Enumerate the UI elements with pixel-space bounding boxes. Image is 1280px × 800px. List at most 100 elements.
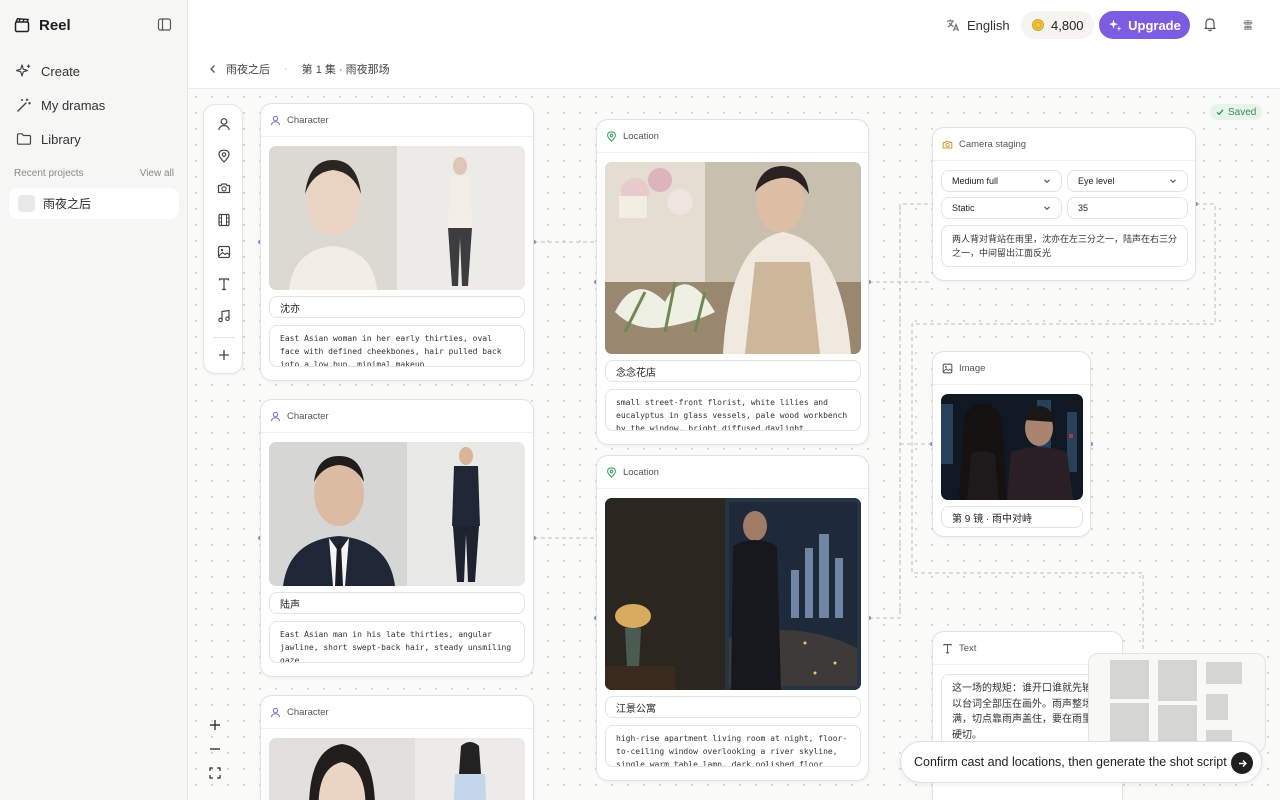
add-shot-tool[interactable]: [214, 210, 234, 230]
shot-size-select[interactable]: Medium full: [941, 170, 1062, 192]
project-thumbnail: [18, 195, 35, 212]
minimap[interactable]: [1088, 653, 1266, 753]
node-canvas[interactable]: Saved Character 沈亦 East Asian woman in h…: [188, 89, 1280, 800]
fullscreen-icon: [209, 767, 221, 779]
shot-size-value: Medium full: [952, 176, 999, 186]
clapperboard-icon: [14, 18, 30, 33]
character-reference-image[interactable]: [269, 442, 525, 586]
node-header: Camera staging: [933, 128, 1195, 161]
chevron-left-icon[interactable]: [208, 64, 218, 74]
nav-item-my-dramas[interactable]: My dramas: [10, 88, 178, 122]
upgrade-button[interactable]: Upgrade: [1099, 11, 1190, 39]
map-pin-icon: [218, 149, 230, 163]
coin-icon: [1032, 19, 1044, 31]
location-name-field[interactable]: 念念花店: [605, 360, 861, 382]
location-description-field[interactable]: small street-front florist, white lilies…: [605, 389, 861, 431]
film-icon: [218, 213, 230, 227]
character-reference-image[interactable]: [269, 738, 525, 800]
node-type-label: Character: [287, 114, 329, 126]
staging-note-field[interactable]: 两人背对背站在雨里，沈亦在左三分之一，陆声在右三分之一，中间留出江面反光: [941, 225, 1188, 267]
character-name-field[interactable]: 陆声: [269, 592, 525, 614]
add-camera-tool[interactable]: [214, 178, 234, 198]
sidebar-toggle-icon[interactable]: [157, 17, 172, 32]
lens-field[interactable]: 35: [1067, 197, 1188, 219]
music-note-icon: [218, 309, 230, 323]
add-text-tool[interactable]: [214, 274, 234, 294]
location-node[interactable]: Location 念念花店 small street-front florist…: [596, 119, 869, 445]
location-name-field[interactable]: 江景公寓: [605, 696, 861, 718]
camera-icon: [942, 140, 953, 149]
node-header: Image: [933, 352, 1090, 385]
credits-badge[interactable]: 4,800: [1021, 11, 1094, 39]
node-header: Character: [261, 400, 533, 433]
location-description-field[interactable]: high-rise apartment living room at night…: [605, 725, 861, 767]
send-button[interactable]: [1231, 752, 1253, 774]
camera-icon: [217, 183, 231, 194]
node-header: Location: [597, 120, 868, 153]
shot-name-field[interactable]: 第 9 镜 · 雨中对峙: [941, 506, 1083, 528]
location-node[interactable]: Location 江景公寓 high-rise apartment living…: [596, 455, 869, 781]
character-node[interactable]: Character: [260, 695, 534, 800]
image-node[interactable]: Image 第 9 镜 · 雨中对峙: [932, 351, 1091, 537]
character-name-field[interactable]: 沈亦: [269, 296, 525, 318]
upgrade-label: Upgrade: [1128, 17, 1181, 33]
app-name: Reel: [39, 16, 71, 34]
add-character-tool[interactable]: [214, 114, 234, 134]
brand[interactable]: Reel: [14, 15, 71, 35]
chevron-down-icon: [1044, 206, 1050, 211]
map-pin-icon: [607, 130, 616, 142]
saved-label: Saved: [1228, 106, 1257, 118]
nav-item-create[interactable]: Create: [10, 54, 178, 88]
prompt-text[interactable]: Confirm cast and locations, then generat…: [914, 755, 1227, 769]
add-image-tool[interactable]: [214, 242, 234, 262]
node-type-label: Character: [287, 706, 329, 718]
breadcrumb-project[interactable]: 雨夜之后: [226, 61, 270, 77]
recent-project-item[interactable]: 雨夜之后: [9, 188, 179, 219]
breadcrumb-separator: ·: [284, 62, 288, 75]
avatar[interactable]: 雷: [1240, 16, 1256, 32]
node-toolbar: [203, 104, 243, 374]
prompt-bar[interactable]: Confirm cast and locations, then generat…: [900, 741, 1262, 783]
sparkle-icon: [16, 64, 31, 77]
character-description-field[interactable]: East Asian woman in her early thirties, …: [269, 325, 525, 367]
language-label: English: [967, 17, 1010, 33]
top-bar: English 4,800 Upgrade 雷: [188, 0, 1280, 49]
camera-angle-select[interactable]: Eye level: [1067, 170, 1188, 192]
location-reference-image[interactable]: [605, 498, 861, 690]
add-location-tool[interactable]: [214, 146, 234, 166]
location-reference-image[interactable]: [605, 162, 861, 354]
character-description-field[interactable]: East Asian man in his late thirties, ang…: [269, 621, 525, 663]
character-node[interactable]: Character 沈亦 East Asian woman in her ear…: [260, 103, 534, 381]
bell-icon[interactable]: [1202, 16, 1218, 32]
node-type-label: Image: [959, 362, 986, 374]
minimap-node: [1158, 705, 1197, 746]
minimap-node: [1206, 662, 1242, 684]
nav-item-library[interactable]: Library: [10, 122, 178, 156]
breadcrumb-episode: 第 1 集 · 雨夜那场: [301, 63, 390, 76]
zoom-out-button[interactable]: [205, 739, 225, 759]
plus-icon: [219, 350, 229, 360]
character-reference-image[interactable]: [269, 146, 525, 290]
sidebar: Reel Create My dramas Library Recent pro…: [0, 0, 188, 800]
image-icon: [217, 245, 231, 259]
camera-movement-select[interactable]: Static: [941, 197, 1062, 219]
character-node[interactable]: Character 陆声 East Asian man in his late …: [260, 399, 534, 677]
zoom-controls: [203, 715, 227, 787]
node-header: Location: [597, 456, 868, 489]
generated-shot-image[interactable]: [941, 394, 1083, 500]
wand-icon: [17, 98, 31, 112]
add-audio-tool[interactable]: [214, 306, 234, 326]
fit-view-button[interactable]: [205, 763, 225, 783]
view-all-link[interactable]: View all: [140, 168, 174, 179]
image-icon: [942, 363, 953, 373]
sparkle-icon: [1109, 19, 1122, 31]
zoom-in-button[interactable]: [205, 715, 225, 735]
camera-staging-node[interactable]: Camera staging Medium full Eye level Sta…: [932, 127, 1196, 281]
nav-label: My dramas: [41, 97, 106, 113]
minimap-node: [1206, 694, 1228, 720]
add-node-button[interactable]: [214, 345, 234, 365]
app-window: Reel Create My dramas Library Recent pro…: [0, 0, 1280, 800]
minimap-node: [1110, 660, 1149, 699]
language-selector[interactable]: English: [946, 12, 1010, 38]
breadcrumb: 雨夜之后 · 第 1 集 · 雨夜那场: [188, 49, 1280, 89]
